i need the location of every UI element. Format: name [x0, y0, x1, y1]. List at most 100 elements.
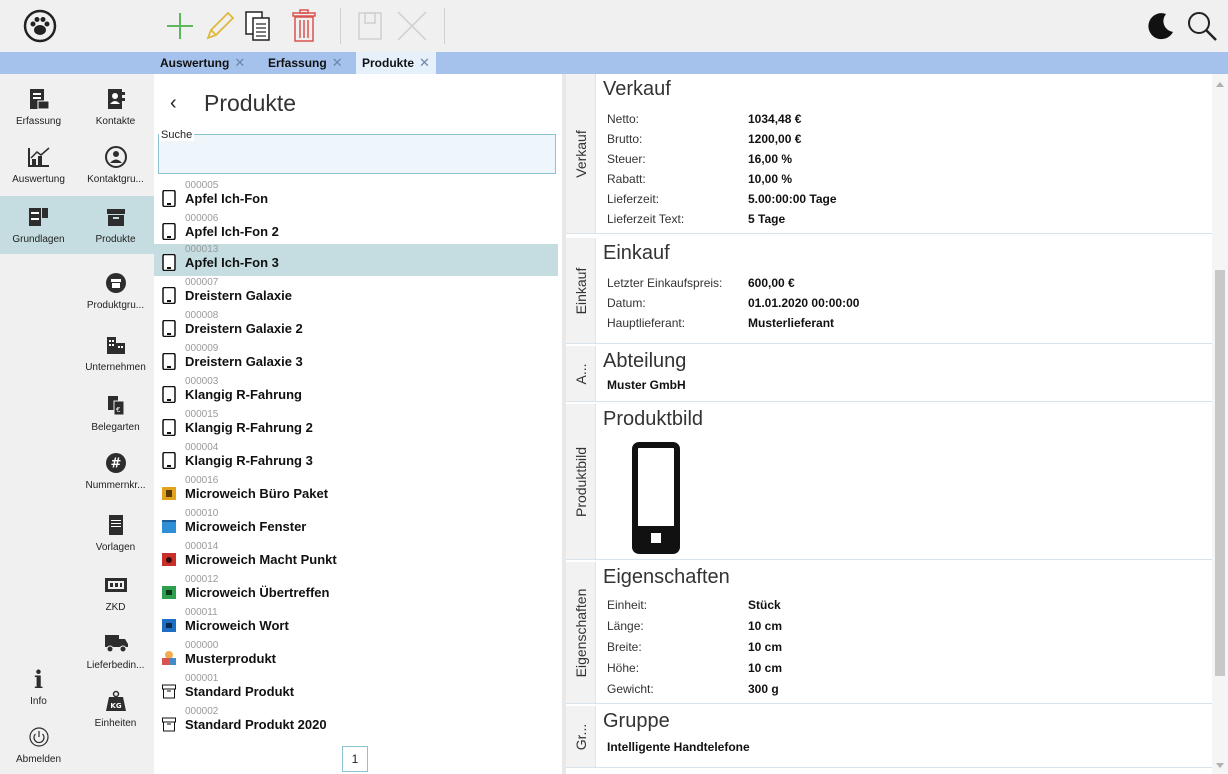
- nav-item-kontaktgruppen[interactable]: Kontaktgru...: [77, 136, 154, 194]
- pencil-icon[interactable]: [200, 6, 240, 46]
- nav-label: Einheiten: [94, 718, 137, 729]
- list-item[interactable]: 000010 Microweich Fenster: [154, 508, 558, 540]
- item-name: Standard Produkt: [185, 684, 295, 699]
- moon-icon[interactable]: [1140, 6, 1180, 46]
- list-item[interactable]: 000004 Klangig R-Fahrung 3: [154, 442, 558, 474]
- scroll-up-arrow-icon[interactable]: [1216, 82, 1224, 87]
- close-icon[interactable]: [392, 6, 432, 46]
- field-value: 300 g: [748, 682, 779, 696]
- nav-item-grundlagen[interactable]: Grundlagen: [0, 196, 77, 254]
- tab-close-icon[interactable]: ✕: [234, 55, 245, 71]
- back-arrow-icon[interactable]: ‹: [170, 92, 177, 115]
- nav-label: Unternehmen: [85, 362, 146, 373]
- tab-close-icon[interactable]: ✕: [332, 55, 343, 71]
- section-tab-produktbild[interactable]: Produktbild: [566, 404, 596, 559]
- list-item[interactable]: 000016 Microweich Büro Paket: [154, 475, 558, 507]
- nav-item-unternehmen[interactable]: Unternehmen: [77, 324, 154, 382]
- section-produktbild: Produktbild Produktbild: [566, 404, 1212, 560]
- section-eigenschaften: Eigenschaften Eigenschaften Einheit: Stü…: [566, 562, 1212, 704]
- copy-icon[interactable]: [238, 6, 278, 46]
- section-tab-eigenschaften[interactable]: Eigenschaften: [566, 562, 596, 703]
- trash-icon[interactable]: [284, 6, 324, 46]
- nav-item-nummernkreise[interactable]: # Nummernkr...: [77, 442, 154, 500]
- page-button[interactable]: 1: [342, 746, 368, 772]
- hash-icon: #: [103, 450, 129, 476]
- item-name: Standard Produkt 2020: [185, 717, 327, 732]
- nav-label: Erfassung: [15, 116, 62, 127]
- list-item[interactable]: 000001 Standard Produkt: [154, 673, 558, 705]
- scroll-down-arrow-icon[interactable]: [1216, 763, 1224, 768]
- nav-label: Kontaktgru...: [87, 174, 144, 185]
- phone-icon: [632, 442, 680, 554]
- list-item[interactable]: 000015 Klangig R-Fahrung 2: [154, 409, 558, 441]
- tab-erfassung[interactable]: Erfassung ✕: [262, 52, 349, 74]
- scroll-thumb[interactable]: [1215, 270, 1225, 676]
- section-tab-abteilung[interactable]: A...: [566, 346, 596, 401]
- item-code: 000005: [185, 180, 219, 191]
- section-tab-verkauf[interactable]: Verkauf: [566, 74, 596, 233]
- field-label: Einheit:: [607, 598, 648, 612]
- list-item[interactable]: 000009 Dreistern Galaxie 3: [154, 343, 558, 375]
- list-item[interactable]: 000002 Standard Produkt 2020: [154, 706, 558, 738]
- nav-item-einheiten[interactable]: KG Einheiten: [77, 680, 154, 738]
- item-code: 000002: [185, 706, 219, 717]
- field-label: Höhe:: [607, 661, 640, 675]
- list-item[interactable]: 000005 Apfel Ich-Fon: [154, 180, 558, 212]
- item-code: 000008: [185, 310, 219, 321]
- phone-icon: [162, 452, 176, 469]
- item-code: 000011: [185, 607, 218, 618]
- nav-item-produktgruppen[interactable]: Produktgru...: [77, 262, 154, 320]
- document-icon[interactable]: [350, 6, 390, 46]
- field-label: Lieferzeit:: [607, 192, 660, 206]
- window-app-icon: [162, 520, 176, 533]
- item-name: Musterprodukt: [185, 651, 276, 666]
- shapes-icon: [162, 651, 176, 665]
- list-item[interactable]: 000011 Microweich Wort: [154, 607, 558, 639]
- section-tab-einkauf[interactable]: Einkauf: [566, 238, 596, 343]
- document-types-icon: €: [103, 392, 129, 418]
- search-input[interactable]: [158, 134, 556, 174]
- nav-item-vorlagen[interactable]: Vorlagen: [77, 504, 154, 562]
- field-value: 1200,00 €: [748, 132, 802, 146]
- item-code: 000014: [185, 541, 219, 552]
- paw-icon[interactable]: [20, 6, 60, 46]
- nav-item-abmelden[interactable]: Abmelden: [0, 716, 77, 774]
- plus-icon[interactable]: [160, 6, 200, 46]
- section-title: Eigenschaften: [603, 566, 730, 588]
- nav-item-kontakte[interactable]: Kontakte: [77, 78, 154, 136]
- section-tab-gruppe[interactable]: Gr...: [566, 706, 596, 767]
- item-name: Microweich Macht Punkt: [185, 552, 337, 567]
- field-label: Datum:: [607, 296, 646, 310]
- section-title: Einkauf: [603, 242, 670, 264]
- tab-auswertung[interactable]: Auswertung ✕: [154, 52, 251, 74]
- list-item[interactable]: 000007 Dreistern Galaxie: [154, 277, 558, 309]
- nav-item-belegarten[interactable]: € Belegarten: [77, 384, 154, 442]
- nav-item-lieferbedingungen[interactable]: Lieferbedin...: [77, 622, 154, 680]
- list-item[interactable]: 000014 Microweich Macht Punkt: [154, 541, 558, 573]
- phone-icon: [162, 254, 176, 271]
- nav-item-info[interactable]: i Info: [0, 658, 77, 716]
- nav-item-auswertung[interactable]: Auswertung: [0, 136, 77, 194]
- item-code: 000003: [185, 376, 219, 387]
- field-value: 5 Tage: [748, 212, 786, 226]
- nav-item-zkd[interactable]: ZKD: [77, 564, 154, 622]
- list-item[interactable]: 000008 Dreistern Galaxie 2: [154, 310, 558, 342]
- nav-item-produkte[interactable]: Produkte: [77, 196, 154, 254]
- scrollbar[interactable]: [1212, 74, 1228, 774]
- field-value: Stück: [748, 598, 781, 612]
- search-icon[interactable]: [1182, 6, 1222, 46]
- list-item[interactable]: 000013 Apfel Ich-Fon 3: [154, 244, 558, 276]
- item-code: 000015: [185, 409, 219, 420]
- tab-close-icon[interactable]: ✕: [419, 55, 430, 71]
- list-item[interactable]: 000012 Microweich Übertreffen: [154, 574, 558, 606]
- field-label: Brutto:: [607, 132, 643, 146]
- section-title: Produktbild: [603, 408, 704, 430]
- nav-item-erfassung[interactable]: Erfassung: [0, 78, 77, 136]
- list-item[interactable]: 000006 Apfel Ich-Fon 2: [154, 213, 558, 245]
- info-icon: i: [33, 664, 44, 694]
- field-value: Muster GmbH: [607, 378, 686, 392]
- nav-label: Produkte: [95, 234, 136, 245]
- list-item[interactable]: 000000 Musterprodukt: [154, 640, 558, 672]
- list-item[interactable]: 000003 Klangig R-Fahrung: [154, 376, 558, 408]
- tab-produkte[interactable]: Produkte ✕: [356, 52, 436, 74]
